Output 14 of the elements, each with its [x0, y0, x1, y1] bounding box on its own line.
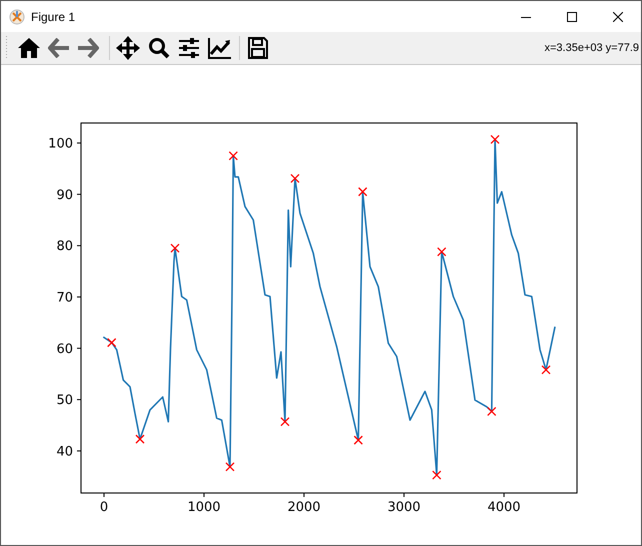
tick-label: 50 — [56, 393, 73, 408]
window-title: Figure 1 — [31, 8, 76, 26]
tick-label: 80 — [56, 239, 73, 254]
tick-label: 70 — [56, 290, 73, 306]
tick-label: 1000 — [187, 500, 221, 515]
tick-label: 0 — [100, 500, 108, 515]
tick-label: 4000 — [487, 500, 521, 515]
tick-label: 60 — [56, 342, 73, 357]
tick-label: 90 — [56, 188, 73, 203]
coordinate-readout: x=3.35e+03 y=77.9 — [544, 40, 639, 56]
tick-label: 2000 — [287, 500, 321, 515]
tick-label: 3000 — [387, 500, 421, 515]
tick-label: 100 — [48, 136, 73, 152]
tick-label: 40 — [56, 444, 73, 460]
